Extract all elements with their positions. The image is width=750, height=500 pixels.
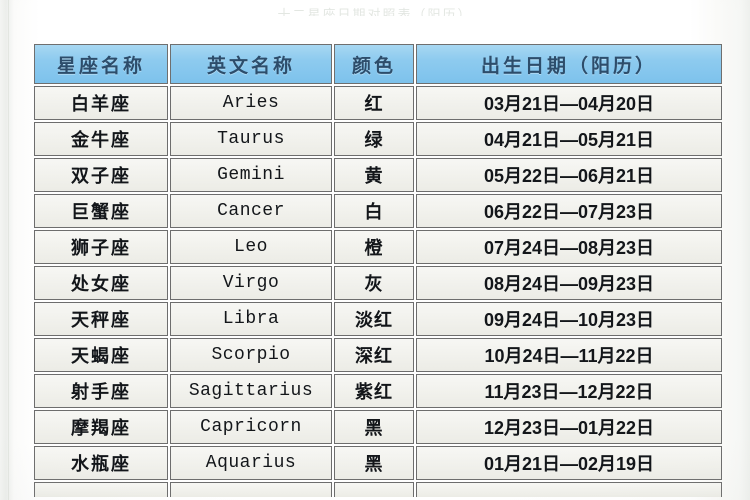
- table-row-clipped: [34, 482, 722, 497]
- cell-color-value: 红: [334, 86, 414, 120]
- cell-zodiac-name: 白羊座: [34, 86, 168, 120]
- cell-color-value: 白: [334, 194, 414, 228]
- scan-gutter-line: [8, 0, 9, 500]
- cell-birth-date: 09月24日—10月23日: [416, 302, 722, 336]
- table-row: 金牛座 Taurus 绿 04月21日—05月21日: [34, 122, 722, 156]
- table-header: 星座名称 英文名称 颜色 出生日期（阳历）: [34, 44, 722, 84]
- cell-zodiac-name: 处女座: [34, 266, 168, 300]
- cell-english-name: Capricorn: [170, 410, 332, 444]
- table-row: 射手座 Sagittarius 紫红 11月23日—12月22日: [34, 374, 722, 408]
- cell-zodiac-name: 巨蟹座: [34, 194, 168, 228]
- cell-english-name: Cancer: [170, 194, 332, 228]
- cell-birth-date: 10月24日—11月22日: [416, 338, 722, 372]
- cell-zodiac-name: 摩羯座: [34, 410, 168, 444]
- cell-english-name: Aquarius: [170, 446, 332, 480]
- cell-birth-date: 05月22日—06月21日: [416, 158, 722, 192]
- cell-english-name: Scorpio: [170, 338, 332, 372]
- cell-zodiac-name: 水瓶座: [34, 446, 168, 480]
- cell-birth-date: 07月24日—08月23日: [416, 230, 722, 264]
- cell-zodiac-name: 狮子座: [34, 230, 168, 264]
- cell-english-name: Libra: [170, 302, 332, 336]
- cell-color-value: 黑: [334, 410, 414, 444]
- cell-color-value: 紫红: [334, 374, 414, 408]
- table-row: 水瓶座 Aquarius 黑 01月21日—02月19日: [34, 446, 722, 480]
- cell-birth-date: 01月21日—02月19日: [416, 446, 722, 480]
- table-row: 狮子座 Leo 橙 07月24日—08月23日: [34, 230, 722, 264]
- cell-color-value: 橙: [334, 230, 414, 264]
- table-body: 白羊座 Aries 红 03月21日—04月20日 金牛座 Taurus 绿 04月21日—0…: [34, 86, 722, 497]
- cell-color-value: 黑: [334, 446, 414, 480]
- cell-color-value: 淡红: [334, 302, 414, 336]
- cell-clipped: [170, 482, 332, 497]
- table-row: 白羊座 Aries 红 03月21日—04月20日: [34, 86, 722, 120]
- cell-english-name: Taurus: [170, 122, 332, 156]
- table-row: 天蝎座 Scorpio 深红 10月24日—11月22日: [34, 338, 722, 372]
- column-header-english-name: 英文名称: [170, 44, 332, 84]
- cell-zodiac-name: 双子座: [34, 158, 168, 192]
- cell-clipped: [34, 482, 168, 497]
- table-row: 巨蟹座 Cancer 白 06月22日—07月23日: [34, 194, 722, 228]
- cell-color-value: 灰: [334, 266, 414, 300]
- cell-english-name: Gemini: [170, 158, 332, 192]
- table-row: 摩羯座 Capricorn 黑 12月23日—01月22日: [34, 410, 722, 444]
- cell-english-name: Leo: [170, 230, 332, 264]
- cell-birth-date: 06月22日—07月23日: [416, 194, 722, 228]
- cell-clipped: [334, 482, 414, 497]
- cell-zodiac-name: 天秤座: [34, 302, 168, 336]
- header-row: 星座名称 英文名称 颜色 出生日期（阳历）: [34, 44, 722, 84]
- clipped-title-text: 十二星座日期对照表（阳历）: [277, 7, 473, 16]
- cell-english-name: Aries: [170, 86, 332, 120]
- cell-clipped: [416, 482, 722, 497]
- cell-english-name: Virgo: [170, 266, 332, 300]
- cell-birth-date: 12月23日—01月22日: [416, 410, 722, 444]
- table-row: 处女座 Virgo 灰 08月24日—09月23日: [34, 266, 722, 300]
- zodiac-table: 星座名称 英文名称 颜色 出生日期（阳历） 白羊座 Aries 红 03月21日—04…: [32, 42, 724, 499]
- cell-zodiac-name: 射手座: [34, 374, 168, 408]
- cell-color-value: 绿: [334, 122, 414, 156]
- cell-zodiac-name: 金牛座: [34, 122, 168, 156]
- cell-birth-date: 08月24日—09月23日: [416, 266, 722, 300]
- column-header-birth-date: 出生日期（阳历）: [416, 44, 722, 84]
- cell-zodiac-name: 天蝎座: [34, 338, 168, 372]
- column-header-color: 颜色: [334, 44, 414, 84]
- table-row: 天秤座 Libra 淡红 09月24日—10月23日: [34, 302, 722, 336]
- cell-birth-date: 11月23日—12月22日: [416, 374, 722, 408]
- clipped-title-strip: 十二星座日期对照表（阳历）: [0, 0, 750, 16]
- scanned-table-page: 十二星座日期对照表（阳历） 星座名称 英文名称 颜色 出生日期（阳历） 白羊座 A…: [0, 0, 750, 500]
- column-header-zodiac-name: 星座名称: [34, 44, 168, 84]
- cell-color-value: 黄: [334, 158, 414, 192]
- cell-english-name: Sagittarius: [170, 374, 332, 408]
- table-row: 双子座 Gemini 黄 05月22日—06月21日: [34, 158, 722, 192]
- zodiac-table-container: 星座名称 英文名称 颜色 出生日期（阳历） 白羊座 Aries 红 03月21日—04…: [32, 42, 722, 499]
- cell-color-value: 深红: [334, 338, 414, 372]
- cell-birth-date: 04月21日—05月21日: [416, 122, 722, 156]
- cell-birth-date: 03月21日—04月20日: [416, 86, 722, 120]
